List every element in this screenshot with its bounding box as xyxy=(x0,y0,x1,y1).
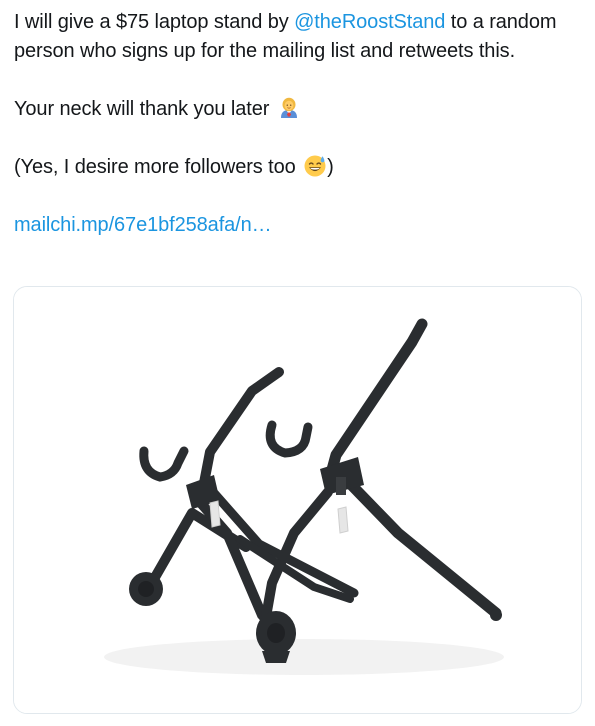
media-card[interactable] xyxy=(13,286,582,714)
neck-text: Your neck will thank you later xyxy=(14,98,275,120)
followers-text-start: (Yes, I desire more followers too xyxy=(14,156,302,178)
mention-link[interactable]: @theRoostStand xyxy=(294,11,445,33)
woman-health-worker-emoji-icon xyxy=(277,96,301,120)
giveaway-text-start: I will give a $75 laptop stand by xyxy=(14,11,295,33)
grinning-sweat-emoji-icon xyxy=(303,154,327,178)
tweet-paragraph-link: mailchi.mp/67e1bf258afa/n… xyxy=(14,211,584,240)
tweet-paragraph-neck: Your neck will thank you later xyxy=(14,95,584,124)
tweet-paragraph-giveaway: I will give a $75 laptop stand by @theRo… xyxy=(14,8,584,66)
tweet-text: I will give a $75 laptop stand by @theRo… xyxy=(14,8,584,240)
mailchimp-link[interactable]: mailchi.mp/67e1bf258afa/n… xyxy=(14,214,272,236)
tweet-paragraph-followers: (Yes, I desire more followers too ) xyxy=(14,153,584,182)
tweet: I will give a $75 laptop stand by @theRo… xyxy=(0,0,595,726)
followers-text-end: ) xyxy=(327,156,334,178)
laptop-stand-photo xyxy=(14,287,581,713)
